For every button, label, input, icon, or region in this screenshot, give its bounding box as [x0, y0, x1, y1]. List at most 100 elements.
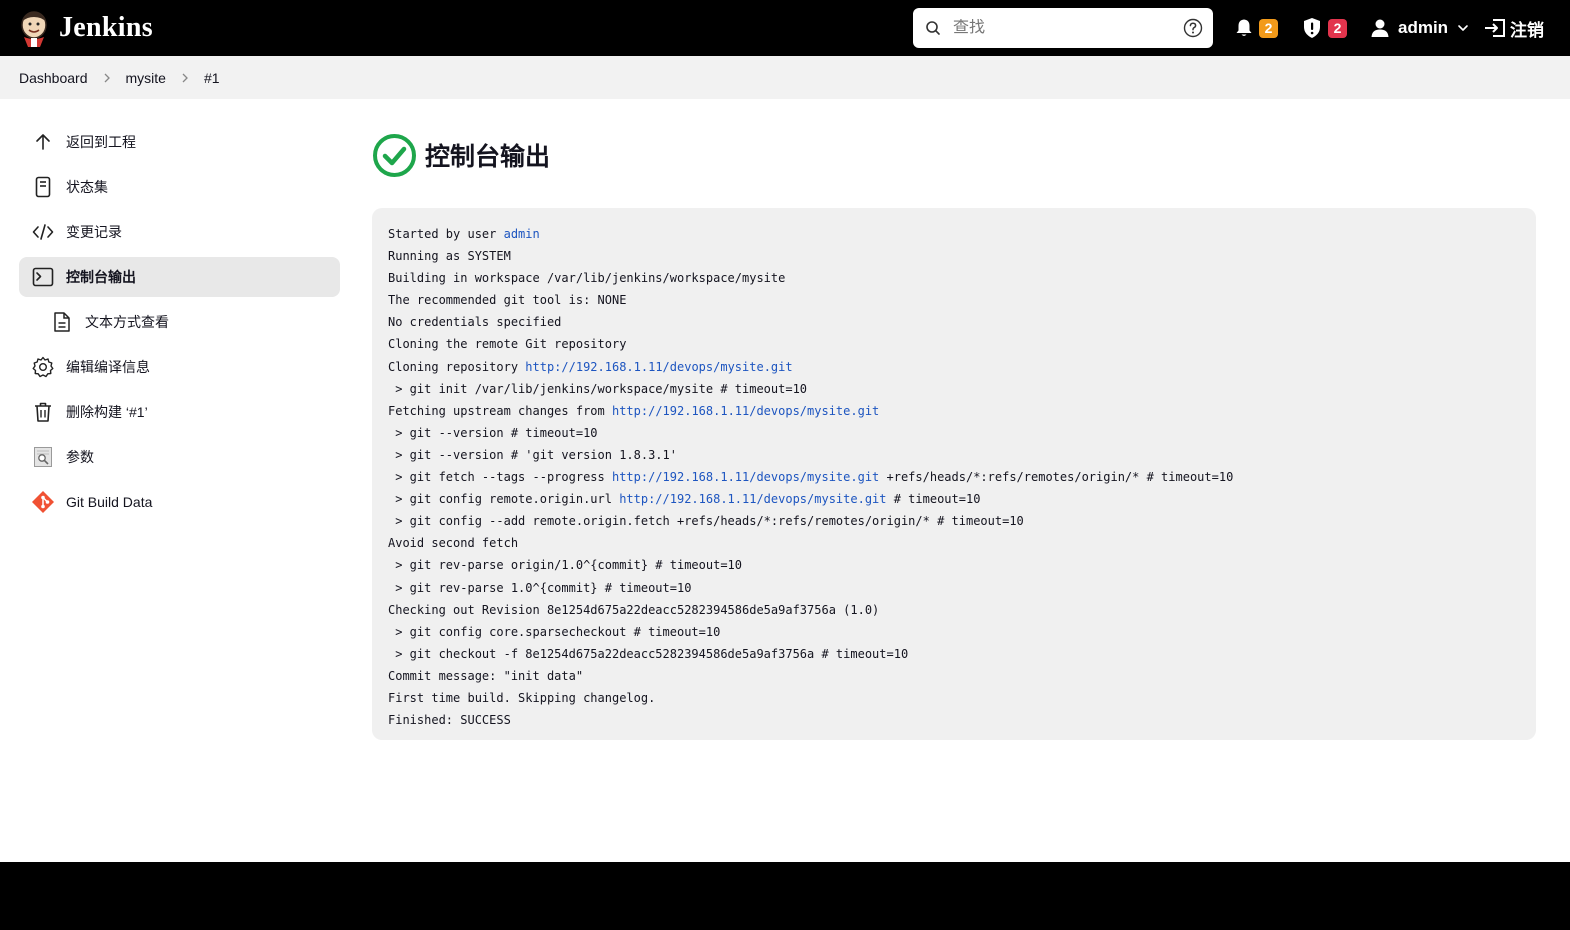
console-text: The recommended git tool is: NONE: [388, 293, 627, 308]
notifications-badge: 2: [1259, 18, 1278, 38]
sidebar-item-changes[interactable]: 变更记录: [19, 212, 340, 252]
console-text: First time build. Skipping changelog.: [388, 690, 656, 705]
shield-alert-icon: [1304, 18, 1320, 38]
sidebar-item-view-as-text[interactable]: 文本方式查看: [19, 302, 340, 342]
user-menu[interactable]: admin: [1370, 0, 1470, 56]
console-line: Running as SYSTEM: [388, 245, 1520, 267]
console-line: > git config remote.origin.url http://19…: [388, 488, 1520, 510]
console-line: Avoid second fetch: [388, 532, 1520, 554]
console-text: > git checkout -f 8e1254d675a22deacc5282…: [388, 646, 909, 661]
console-line: Cloning repository http://192.168.1.11/d…: [388, 356, 1520, 378]
console-text: Checking out Revision 8e1254d675a22deacc…: [388, 602, 880, 617]
console-text: > git rev-parse 1.0^{commit} # timeout=1…: [388, 580, 692, 595]
help-icon[interactable]: [1183, 18, 1203, 38]
chevron-right-icon: [166, 72, 204, 84]
console-text: > git --version # timeout=10: [388, 425, 598, 440]
console-line: > git checkout -f 8e1254d675a22deacc5282…: [388, 643, 1520, 665]
logout-icon: [1485, 19, 1505, 37]
console-text: # timeout=10: [886, 492, 981, 507]
console-link[interactable]: http://192.168.1.11/devops/mysite.git: [612, 404, 879, 418]
gear-icon: [31, 355, 55, 379]
code-icon: [31, 220, 55, 244]
sidebar-item-git-build-data[interactable]: Git Build Data: [19, 482, 340, 522]
console-text: > git config --add remote.origin.fetch +…: [388, 514, 1024, 529]
console-line: Cloning the remote Git repository: [388, 333, 1520, 355]
console-text: > git init /var/lib/jenkins/workspace/my…: [388, 381, 808, 396]
content: 控制台输出 Started by user admin Running as SY…: [372, 132, 1536, 740]
sidebar-item-parameters[interactable]: 参数: [19, 437, 340, 477]
console-line: First time build. Skipping changelog.: [388, 687, 1520, 709]
console-line: Commit message: "init data": [388, 665, 1520, 687]
sidebar-item-label: 变更记录: [66, 224, 122, 240]
sidebar-item-label: 编辑编译信息: [66, 359, 150, 375]
console-line: > git --version # 'git version 1.8.3.1': [388, 444, 1520, 466]
console-line: > git config core.sparsecheckout # timeo…: [388, 621, 1520, 643]
git-icon: [31, 490, 55, 514]
sidebar-item-label: 参数: [66, 449, 94, 465]
console-text: > git --version # 'git version 1.8.3.1': [388, 447, 677, 462]
console-text: No credentials specified: [388, 315, 562, 330]
chevron-down-icon: [1458, 25, 1468, 31]
console-line: Building in workspace /var/lib/jenkins/w…: [388, 267, 1520, 289]
footer: [0, 862, 1570, 930]
console-text: Started by user: [388, 227, 504, 241]
sidebar-item-back-to-project[interactable]: 返回到工程: [19, 122, 340, 162]
document-icon: [31, 175, 55, 199]
search-icon: [926, 21, 940, 35]
breadcrumb-build[interactable]: #1: [204, 70, 220, 86]
sidebar-item-edit-build-info[interactable]: 编辑编译信息: [19, 347, 340, 387]
sidebar-item-label: 删除构建 ‘#1’: [66, 404, 148, 420]
notifications-button[interactable]: 2: [1235, 0, 1278, 56]
page-heading: 控制台输出: [372, 132, 1536, 178]
arrow-up-icon: [31, 130, 55, 154]
console-line: > git --version # timeout=10: [388, 422, 1520, 444]
console-text: Cloning the remote Git repository: [388, 337, 627, 352]
search-input[interactable]: [953, 19, 1173, 37]
console-line: The recommended git tool is: NONE: [388, 289, 1520, 311]
security-button[interactable]: 2: [1302, 0, 1347, 56]
console-text: +refs/heads/*:refs/remotes/origin/* # ti…: [879, 470, 1234, 485]
page-title: 控制台输出: [425, 143, 551, 171]
console-line: Checking out Revision 8e1254d675a22deacc…: [388, 599, 1520, 621]
jenkins-home-link[interactable]: Jenkins: [18, 9, 153, 47]
console-text: Running as SYSTEM: [388, 249, 511, 264]
trash-icon: [31, 400, 55, 424]
sidebar-item-label: 控制台输出: [66, 269, 136, 285]
sidebar: 返回到工程 状态集 变更记录 控制台输出 文本方式查看 编辑编译信息 删除构建 …: [19, 122, 340, 527]
console-text: > git config remote.origin.url: [388, 492, 620, 507]
console-link[interactable]: admin: [504, 227, 540, 241]
breadcrumb: Dashboard mysite #1: [0, 56, 1570, 99]
console-link[interactable]: http://192.168.1.11/devops/mysite.git: [619, 492, 886, 506]
bell-icon: [1236, 19, 1252, 36]
console-text: Fetching upstream changes from: [388, 403, 612, 418]
search-box[interactable]: [913, 8, 1213, 48]
console-text: > git config core.sparsecheckout # timeo…: [388, 624, 721, 639]
console-line: > git config --add remote.origin.fetch +…: [388, 510, 1520, 532]
parameters-icon: [31, 445, 55, 469]
jenkins-logo-icon: [21, 11, 47, 47]
logout-button[interactable]: 注销: [1484, 0, 1544, 56]
console-text: Finished: SUCCESS: [388, 713, 511, 728]
breadcrumb-mysite[interactable]: mysite: [126, 70, 166, 86]
sidebar-item-label: 状态集: [66, 179, 108, 195]
success-check-icon: [373, 133, 416, 177]
console-line: Fetching upstream changes from http://19…: [388, 400, 1520, 422]
console-line: > git rev-parse 1.0^{commit} # timeout=1…: [388, 577, 1520, 599]
user-icon: [1371, 19, 1389, 37]
console-output: Started by user admin Running as SYSTEM Bu…: [372, 208, 1536, 740]
console-link[interactable]: http://192.168.1.11/devops/mysite.git: [612, 470, 879, 484]
console-link[interactable]: http://192.168.1.11/devops/mysite.git: [525, 360, 792, 374]
console-text: Building in workspace /var/lib/jenkins/w…: [388, 271, 786, 286]
console-text: Cloning repository: [388, 359, 526, 374]
sidebar-item-delete-build[interactable]: 删除构建 ‘#1’: [19, 392, 340, 432]
sidebar-item-status[interactable]: 状态集: [19, 167, 340, 207]
sidebar-item-console-output[interactable]: 控制台输出: [19, 257, 340, 297]
sidebar-item-label: 文本方式查看: [85, 314, 169, 330]
console-line: > git rev-parse origin/1.0^{commit} # ti…: [388, 554, 1520, 576]
chevron-right-icon: [88, 72, 126, 84]
top-header: Jenkins 2 2 admin: [0, 0, 1570, 56]
breadcrumb-dashboard[interactable]: Dashboard: [19, 70, 88, 86]
console-line: > git init /var/lib/jenkins/workspace/my…: [388, 378, 1520, 400]
terminal-icon: [31, 265, 55, 289]
sidebar-item-label: 返回到工程: [66, 134, 136, 150]
